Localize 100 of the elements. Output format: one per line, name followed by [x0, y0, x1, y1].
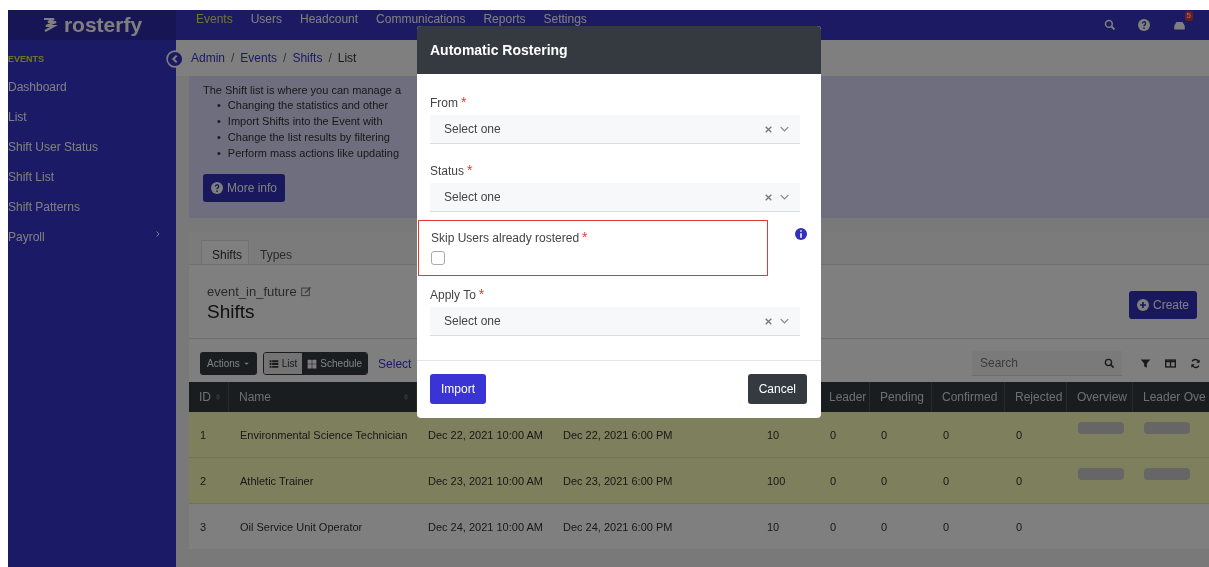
- chevron-down-icon: [778, 124, 791, 134]
- clear-icon: [764, 316, 773, 326]
- nav-link[interactable]: Reports: [474, 10, 535, 26]
- info-bullet: Perform mass actions like updating: [227, 146, 400, 161]
- inbox-icon: [1172, 19, 1187, 31]
- overview-bar: [1144, 421, 1190, 434]
- breadcrumb-link[interactable]: Shifts: [292, 51, 323, 65]
- table-cell: Oil Service Unit Operator: [240, 520, 363, 533]
- nav-link[interactable]: Events: [187, 10, 242, 26]
- column-header[interactable]: Name: [229, 382, 417, 412]
- select-field[interactable]: Select one: [430, 307, 800, 336]
- search-field[interactable]: Search: [972, 351, 1122, 376]
- field-label: Apply To: [430, 288, 476, 302]
- tab[interactable]: Types: [249, 240, 300, 264]
- table-cell: 0: [830, 520, 837, 533]
- column-header: Overview: [1067, 382, 1133, 412]
- sidebar-item[interactable]: Shift User Status: [8, 140, 176, 170]
- table-cell: Dec 22, 2021 6:00 PM: [563, 428, 673, 441]
- actions-dropdown[interactable]: Actions: [200, 352, 257, 375]
- nav-link[interactable]: Users: [241, 10, 292, 26]
- info-bullet: Import Shifts into the Event with: [227, 114, 383, 129]
- dialog-title: Automatic Rostering: [417, 26, 821, 74]
- table-cell: Dec 23, 2021 6:00 PM: [563, 474, 673, 487]
- select-field[interactable]: Select one: [430, 183, 800, 212]
- field-label: Status: [430, 164, 465, 178]
- required-mark: *: [461, 94, 467, 110]
- nav-link[interactable]: Settings: [534, 10, 596, 26]
- column-header: Leader: [819, 382, 870, 412]
- required-mark: *: [582, 229, 588, 245]
- columns-icon: [1165, 358, 1176, 369]
- breadcrumb-separator: /: [283, 51, 287, 65]
- plus-circle-icon: [1136, 299, 1149, 311]
- required-mark: *: [467, 162, 473, 178]
- info-bullet: Changing the statistics and other: [227, 98, 389, 113]
- table-cell: Dec 23, 2021 10:00 AM: [428, 474, 543, 487]
- tab[interactable]: Shifts: [201, 240, 249, 264]
- nav-link[interactable]: Communications: [367, 10, 475, 26]
- clear-icon: [764, 124, 773, 134]
- import-button[interactable]: Import: [430, 374, 486, 404]
- notification-badge: 5: [1184, 11, 1193, 21]
- select-link[interactable]: Select: [378, 356, 412, 371]
- create-button[interactable]: Create: [1128, 291, 1197, 319]
- breadcrumb-separator: /: [328, 51, 332, 65]
- clear-icon: [764, 192, 773, 202]
- table-cell: Dec 22, 2021 10:00 AM: [428, 428, 543, 441]
- table-cell: 0: [943, 428, 950, 441]
- table-cell: 0: [943, 520, 950, 533]
- table-cell: 0: [1016, 474, 1023, 487]
- view-toggle[interactable]: Schedule: [302, 353, 368, 374]
- bullet-marker: •: [217, 130, 221, 145]
- table-cell: Dec 24, 2021 10:00 AM: [428, 520, 543, 533]
- overview-bar: [1078, 421, 1124, 434]
- info-text: The Shift list is where you can manage a: [203, 84, 402, 96]
- table-cell: 0: [881, 474, 888, 487]
- sidebar-item[interactable]: Shift List: [8, 170, 176, 200]
- column-header: Confirmed: [932, 382, 1005, 412]
- table-cell: 3: [200, 520, 207, 533]
- sidebar-item[interactable]: List: [8, 110, 176, 140]
- table-cell: Dec 24, 2021 6:00 PM: [563, 520, 673, 533]
- table-cell: 0: [943, 474, 950, 487]
- more-info-button[interactable]: More info: [203, 174, 286, 202]
- page-title: Shifts: [207, 301, 256, 323]
- column-header[interactable]: ID: [189, 382, 229, 412]
- breadcrumb-link[interactable]: Events: [240, 51, 278, 65]
- caret-icon: [242, 360, 250, 367]
- sidebar-item[interactable]: Shift Patterns: [8, 200, 176, 230]
- field-label: From: [430, 96, 458, 110]
- search-icon: [1104, 358, 1115, 369]
- nav-link[interactable]: Headcount: [291, 10, 368, 26]
- view-toggle[interactable]: List: [263, 353, 303, 374]
- chevron-right-icon: [154, 230, 162, 238]
- table-cell: 0: [830, 428, 837, 441]
- info-bullet: Change the list results by filtering: [227, 130, 390, 145]
- sidebar-heading: EVENTS: [8, 54, 45, 66]
- table-cell: 2: [200, 474, 207, 487]
- filter-icon: [1140, 358, 1151, 369]
- sort-icon: [402, 392, 410, 402]
- cancel-button[interactable]: Cancel: [747, 374, 807, 404]
- refresh-icon: [1190, 358, 1201, 369]
- table-cell: 100: [767, 474, 786, 487]
- event-name: event_in_future: [207, 284, 297, 299]
- table-cell: Athletic Trainer: [240, 474, 314, 487]
- breadcrumb-link[interactable]: Admin: [191, 51, 225, 65]
- checkbox[interactable]: [431, 251, 445, 265]
- select-field[interactable]: Select one: [430, 115, 800, 144]
- logo[interactable]: rosterfy: [8, 10, 176, 40]
- required-mark: *: [478, 286, 485, 302]
- table-cell: 0: [830, 474, 837, 487]
- bullet-marker: •: [217, 146, 221, 161]
- breadcrumb-separator: /: [231, 51, 235, 65]
- column-header: Leader Ove: [1133, 382, 1209, 412]
- overview-bar: [1144, 467, 1190, 480]
- column-header: Pending: [870, 382, 932, 412]
- sidebar-item[interactable]: Dashboard: [8, 80, 176, 110]
- list-icon: [268, 358, 279, 369]
- field-label: Skip Users already rostered: [431, 231, 580, 245]
- table-cell: 10: [767, 520, 780, 533]
- sidebar-item[interactable]: Payroll: [8, 230, 176, 260]
- column-header: Rejected: [1005, 382, 1067, 412]
- table-cell: 0: [1016, 428, 1023, 441]
